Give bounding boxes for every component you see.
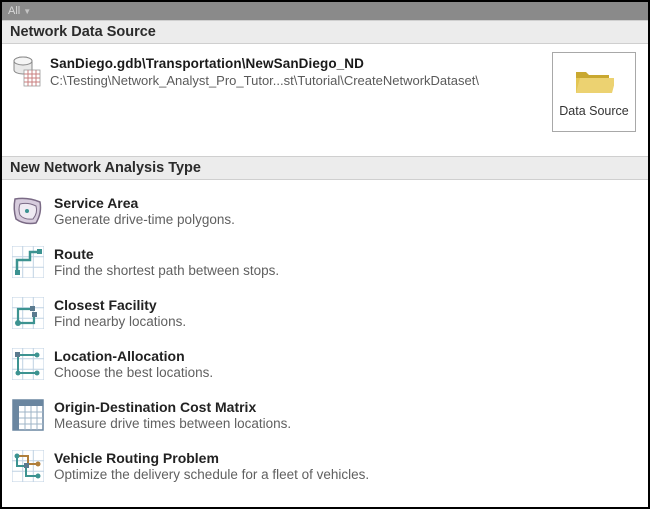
analysis-item-text: Service Area Generate drive-time polygon… [54,195,235,227]
vrp-icon [12,450,44,482]
analysis-item-desc: Find the shortest path between stops. [54,263,279,278]
analysis-item-desc: Choose the best locations. [54,365,213,380]
network-dataset-icon [12,54,42,90]
analysis-item-text: Origin-Destination Cost Matrix Measure d… [54,399,291,431]
analysis-item-title: Service Area [54,195,235,211]
data-source-name: SanDiego.gdb\Transportation\NewSanDiego_… [50,56,544,71]
analysis-item-route[interactable]: Route Find the shortest path between sto… [12,239,638,290]
data-source-button[interactable]: Data Source [552,52,636,132]
topbar: All ▼ [2,2,648,20]
route-icon [12,246,44,278]
analysis-item-vrp[interactable]: Vehicle Routing Problem Optimize the del… [12,443,638,494]
analysis-item-service-area[interactable]: Service Area Generate drive-time polygon… [12,188,638,239]
data-source-row: SanDiego.gdb\Transportation\NewSanDiego_… [2,44,648,132]
analysis-item-closest[interactable]: Closest Facility Find nearby locations. [12,290,638,341]
analysis-item-text: Vehicle Routing Problem Optimize the del… [54,450,369,482]
analysis-item-desc: Find nearby locations. [54,314,186,329]
analysis-item-title: Route [54,246,279,262]
data-source-text: SanDiego.gdb\Transportation\NewSanDiego_… [50,54,544,88]
section-header-data-source: Network Data Source [2,20,648,44]
content: Network Data Source SanDiego.gdb\Tran [2,20,648,507]
data-source-path: C:\Testing\Network_Analyst_Pro_Tutor...s… [50,73,544,88]
filter-dropdown[interactable]: All ▼ [8,5,31,17]
analysis-item-desc: Generate drive-time polygons. [54,212,235,227]
filter-label: All [8,5,20,17]
analysis-list: Service Area Generate drive-time polygon… [2,180,648,504]
analysis-item-title: Location-Allocation [54,348,213,364]
analysis-item-title: Closest Facility [54,297,186,313]
analysis-item-title: Origin-Destination Cost Matrix [54,399,291,415]
analysis-item-text: Route Find the shortest path between sto… [54,246,279,278]
analysis-item-desc: Measure drive times between locations. [54,416,291,431]
analysis-item-loc-alloc[interactable]: Location-Allocation Choose the best loca… [12,341,638,392]
data-source-button-label: Data Source [559,104,628,118]
section-header-analysis: New Network Analysis Type [2,156,648,180]
od-matrix-icon [12,399,44,431]
analysis-item-desc: Optimize the delivery schedule for a fle… [54,467,369,482]
analysis-item-text: Location-Allocation Choose the best loca… [54,348,213,380]
folder-icon [574,66,614,96]
loc-alloc-icon [12,348,44,380]
analysis-item-od-matrix[interactable]: Origin-Destination Cost Matrix Measure d… [12,392,638,443]
panel: All ▼ Network Data Source [0,0,650,509]
analysis-item-title: Vehicle Routing Problem [54,450,369,466]
chevron-down-icon: ▼ [23,7,31,16]
closest-icon [12,297,44,329]
service-area-icon [12,195,44,227]
analysis-item-text: Closest Facility Find nearby locations. [54,297,186,329]
